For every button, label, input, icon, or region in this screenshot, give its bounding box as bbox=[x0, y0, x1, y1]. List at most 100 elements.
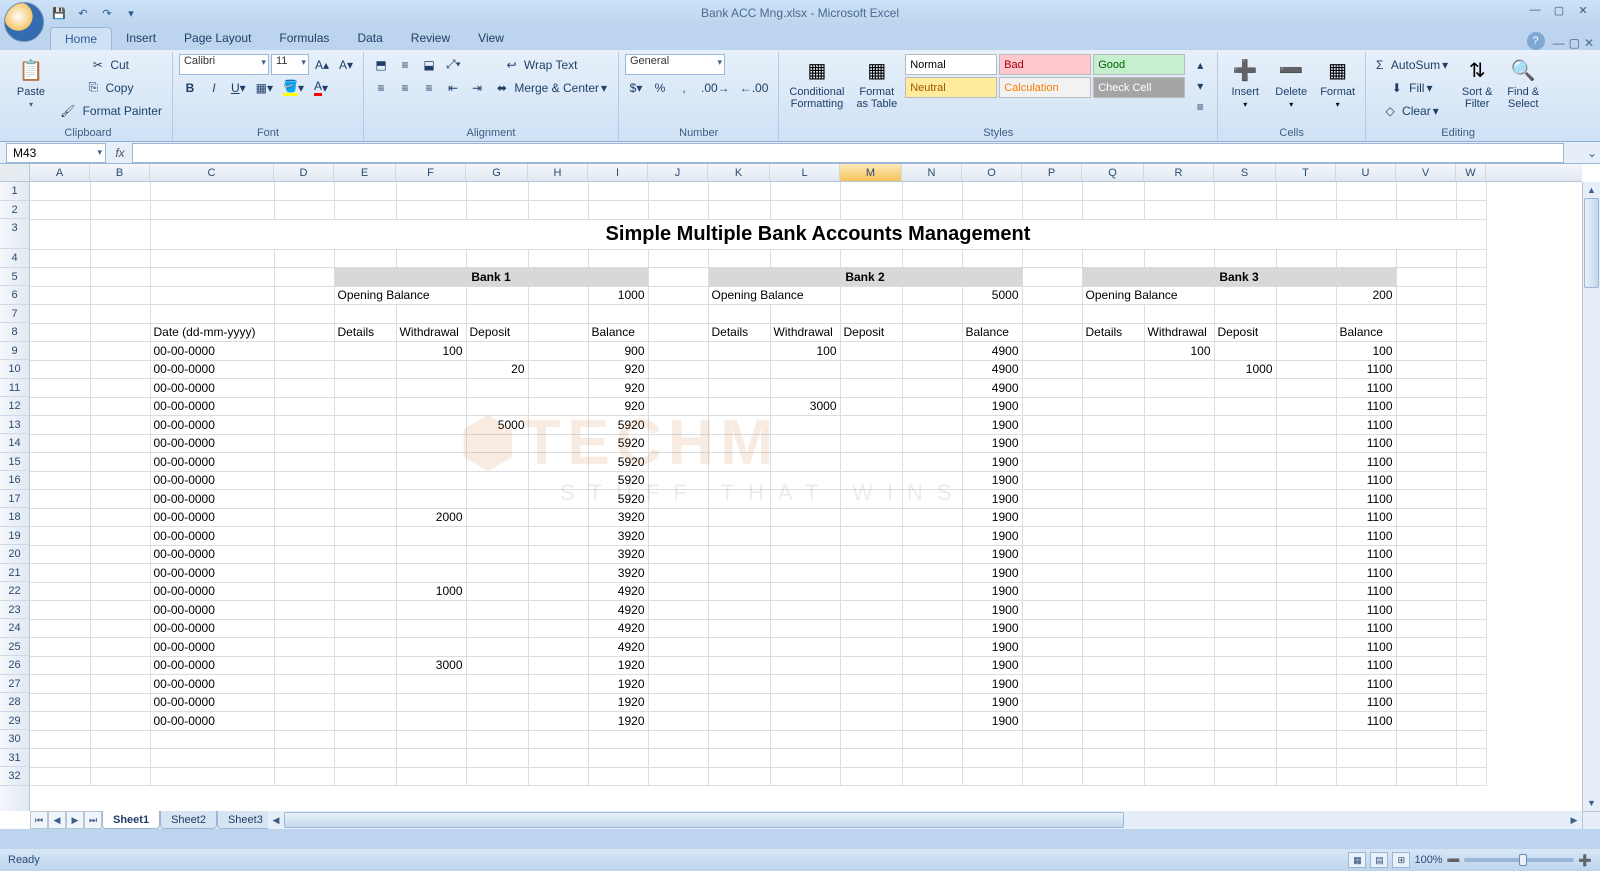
cell[interactable]: 1900 bbox=[962, 508, 1022, 527]
cell[interactable] bbox=[648, 656, 708, 675]
cell[interactable] bbox=[1456, 601, 1486, 620]
cell[interactable] bbox=[274, 379, 334, 398]
cell[interactable] bbox=[1276, 453, 1336, 472]
cell[interactable] bbox=[90, 490, 150, 509]
cell[interactable] bbox=[1082, 527, 1144, 546]
cell[interactable] bbox=[528, 379, 588, 398]
cell[interactable] bbox=[648, 730, 708, 749]
fill-button[interactable]: ⬇ Fill▾ bbox=[1372, 77, 1452, 98]
cell[interactable] bbox=[1022, 508, 1082, 527]
cell[interactable] bbox=[1082, 545, 1144, 564]
cell[interactable] bbox=[30, 582, 90, 601]
cell[interactable] bbox=[466, 545, 528, 564]
cell[interactable] bbox=[902, 675, 962, 694]
cell[interactable]: Details bbox=[708, 323, 770, 342]
cell[interactable] bbox=[90, 323, 150, 342]
cell[interactable] bbox=[1022, 656, 1082, 675]
cell[interactable]: 1100 bbox=[1336, 434, 1396, 453]
cell[interactable] bbox=[1214, 712, 1276, 731]
cell[interactable] bbox=[274, 545, 334, 564]
cell[interactable] bbox=[30, 434, 90, 453]
cell[interactable] bbox=[840, 379, 902, 398]
cell[interactable] bbox=[1144, 564, 1214, 583]
cell[interactable]: 00-00-0000 bbox=[150, 397, 274, 416]
cell[interactable] bbox=[1456, 508, 1486, 527]
cell[interactable] bbox=[1022, 471, 1082, 490]
align-right-button[interactable]: ≡ bbox=[418, 77, 440, 98]
cell[interactable] bbox=[1214, 379, 1276, 398]
cell[interactable] bbox=[648, 416, 708, 435]
orientation-button[interactable]: ⤢▾ bbox=[442, 54, 465, 75]
cell[interactable] bbox=[770, 379, 840, 398]
cell[interactable] bbox=[1336, 182, 1396, 201]
cell[interactable] bbox=[1144, 619, 1214, 638]
cell[interactable] bbox=[1456, 712, 1486, 731]
cell[interactable] bbox=[90, 249, 150, 268]
cell[interactable] bbox=[30, 249, 90, 268]
style-calculation[interactable]: Calculation bbox=[999, 77, 1091, 98]
cell[interactable] bbox=[90, 564, 150, 583]
cell[interactable] bbox=[962, 305, 1022, 324]
bold-button[interactable]: B bbox=[179, 77, 201, 98]
workbook-minimize-button[interactable]: — bbox=[1553, 36, 1565, 50]
cell[interactable]: 1100 bbox=[1336, 693, 1396, 712]
cell[interactable] bbox=[962, 730, 1022, 749]
row-header-9[interactable]: 9 bbox=[0, 342, 29, 361]
tab-data[interactable]: Data bbox=[343, 27, 396, 50]
cell[interactable] bbox=[274, 490, 334, 509]
cell[interactable] bbox=[770, 749, 840, 768]
row-header-20[interactable]: 20 bbox=[0, 545, 29, 564]
cell[interactable] bbox=[30, 675, 90, 694]
cell[interactable] bbox=[466, 693, 528, 712]
cell[interactable] bbox=[770, 675, 840, 694]
cell[interactable] bbox=[528, 360, 588, 379]
cell[interactable] bbox=[588, 249, 648, 268]
cell[interactable]: 5920 bbox=[588, 453, 648, 472]
cell[interactable] bbox=[1082, 360, 1144, 379]
cell[interactable]: 100 bbox=[396, 342, 466, 361]
cell[interactable] bbox=[90, 656, 150, 675]
cell[interactable] bbox=[334, 201, 396, 220]
cell[interactable] bbox=[334, 656, 396, 675]
cell[interactable] bbox=[902, 767, 962, 786]
cell[interactable] bbox=[274, 471, 334, 490]
cell[interactable] bbox=[708, 490, 770, 509]
cell[interactable] bbox=[90, 693, 150, 712]
cell[interactable] bbox=[902, 638, 962, 657]
cell[interactable] bbox=[708, 730, 770, 749]
col-header-G[interactable]: G bbox=[466, 164, 528, 181]
zoom-slider[interactable] bbox=[1464, 858, 1574, 862]
cell[interactable] bbox=[708, 379, 770, 398]
col-header-H[interactable]: H bbox=[528, 164, 588, 181]
col-header-W[interactable]: W bbox=[1456, 164, 1486, 181]
cell[interactable] bbox=[528, 767, 588, 786]
cell[interactable] bbox=[466, 619, 528, 638]
cell[interactable] bbox=[1396, 749, 1456, 768]
cell[interactable] bbox=[150, 767, 274, 786]
cell[interactable] bbox=[30, 342, 90, 361]
cell[interactable] bbox=[274, 201, 334, 220]
sort-filter-button[interactable]: ⇅Sort & Filter bbox=[1456, 54, 1498, 112]
cell[interactable]: 900 bbox=[588, 342, 648, 361]
cell[interactable]: 1100 bbox=[1336, 601, 1396, 620]
cell[interactable]: Withdrawal bbox=[1144, 323, 1214, 342]
cell[interactable] bbox=[396, 249, 466, 268]
last-sheet-button[interactable]: ⏭ bbox=[84, 811, 102, 829]
cell[interactable] bbox=[30, 453, 90, 472]
cell[interactable] bbox=[770, 545, 840, 564]
cell[interactable] bbox=[902, 323, 962, 342]
cell[interactable] bbox=[334, 453, 396, 472]
cell[interactable]: 4900 bbox=[962, 342, 1022, 361]
find-select-button[interactable]: 🔍Find & Select bbox=[1502, 54, 1544, 112]
cell[interactable] bbox=[648, 712, 708, 731]
cell[interactable] bbox=[770, 527, 840, 546]
cell[interactable] bbox=[1276, 545, 1336, 564]
autosum-button[interactable]: Σ AutoSum▾ bbox=[1372, 54, 1452, 75]
cell[interactable] bbox=[1396, 201, 1456, 220]
cell[interactable] bbox=[708, 656, 770, 675]
workbook-close-button[interactable]: ✕ bbox=[1584, 36, 1594, 50]
cell[interactable] bbox=[1214, 693, 1276, 712]
cell[interactable] bbox=[1276, 379, 1336, 398]
cell[interactable] bbox=[770, 767, 840, 786]
cell[interactable] bbox=[334, 305, 396, 324]
